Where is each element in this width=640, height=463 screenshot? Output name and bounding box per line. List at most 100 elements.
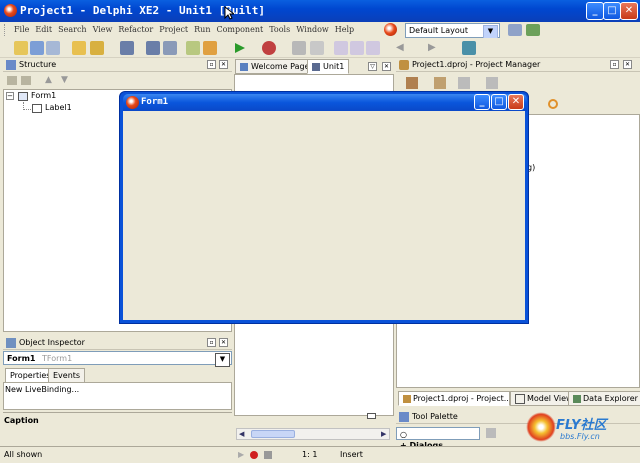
chevron-down-icon[interactable]: ▼ [215,353,230,367]
caption-label: Caption [4,416,39,425]
close-all-icon[interactable] [163,41,177,55]
form1-minimize-button[interactable]: _ [474,94,490,110]
horizontal-scrollbar[interactable]: ◀ ▶ [236,428,390,440]
up-arrow-icon[interactable]: ▲ [45,75,52,85]
tab-project-manager[interactable]: Project1.dproj - Project... [398,391,510,406]
menu-bar: File Edit Search View Refactor Project Run Comp… [0,22,640,39]
open-icon[interactable] [72,41,86,55]
activate-icon[interactable] [406,77,418,89]
form1-icon[interactable] [126,96,139,109]
menu-edit[interactable]: Edit [35,25,52,34]
livebinding-link[interactable]: New LiveBinding... [5,385,79,394]
back-arrow-icon[interactable]: ◀ [396,42,404,53]
oi-pin-icon[interactable]: ▫ [207,338,216,347]
object-inspector-header: Object Inspector ▫ ✕ [3,336,232,350]
help-globe-icon[interactable] [384,23,397,36]
structure-icon [6,60,16,70]
menu-component[interactable]: Component [216,25,263,34]
watermark-logo: FLY社区 bbs.Fly.cn [526,412,638,446]
form1-title: Form1 [141,97,169,107]
forward-arrow-icon[interactable]: ▶ [428,42,436,53]
logo-swirl-icon [526,412,556,442]
menu-project[interactable]: Project [159,25,188,34]
new-icon[interactable] [14,41,28,55]
run-icon[interactable] [234,42,246,57]
tab-close-icon[interactable]: ✕ [382,62,391,71]
tab-events[interactable]: Events [48,368,86,383]
tab-data-explorer[interactable]: Data Explorer [568,391,640,406]
pause-icon[interactable] [292,41,306,55]
menu-view[interactable]: View [93,25,113,34]
down-arrow-icon[interactable]: ▼ [61,75,68,85]
form1-maximize-button[interactable]: □ [491,94,507,110]
remove-file-icon[interactable] [203,41,217,55]
options-icon[interactable] [486,77,498,89]
form1-close-button[interactable]: ✕ [508,94,524,110]
save-all-icon[interactable] [146,41,160,55]
tab-list-icon[interactable]: ▽ [368,62,377,71]
menu-help[interactable]: Help [335,25,354,34]
palette-icon [399,412,409,422]
pin-icon[interactable]: ▫ [207,60,216,69]
menu-items: File Edit Search View Refactor Project Run Comp… [14,25,360,35]
layout-combo[interactable]: Default Layout ▼ [405,23,500,39]
menu-file[interactable]: File [14,25,29,34]
run-without-debug-icon[interactable] [262,41,276,55]
maximize-button[interactable]: □ [603,2,621,20]
oi-close-icon[interactable]: ✕ [219,338,228,347]
set-debug-desktop-icon[interactable] [526,24,540,36]
tree-item-form1[interactable]: Form1 [31,91,56,100]
menu-window[interactable]: Window [296,25,329,34]
save-icon[interactable] [120,41,134,55]
reopen-icon[interactable] [90,41,104,55]
delphi-app-icon[interactable] [4,4,17,17]
add-file-icon[interactable] [186,41,200,55]
menu-search[interactable]: Search [58,25,86,34]
open-project-icon[interactable] [46,41,60,55]
run-to-cursor-icon[interactable] [366,41,380,55]
pm-close-icon[interactable]: ✕ [623,60,632,69]
tab-unit1[interactable]: Unit1 [307,59,350,74]
scroll-left-icon[interactable]: ◀ [239,430,244,438]
macro-play-icon[interactable]: ▶ [238,450,244,459]
stop-icon[interactable] [310,41,324,55]
scroll-thumb[interactable] [251,430,295,438]
new-project-icon[interactable] [434,77,446,89]
expand-icon[interactable] [7,76,17,85]
palette-filter-icon[interactable] [486,428,496,438]
remove-icon[interactable] [458,77,470,89]
minimize-button[interactable]: _ [586,2,604,20]
palette-search-input[interactable]: ○ [396,427,480,440]
macro-record-icon[interactable] [250,451,258,459]
save-desktop-icon[interactable] [508,24,522,36]
sync-icon[interactable] [548,99,558,109]
chevron-down-icon[interactable]: ▼ [483,25,498,39]
cursor-position: 1: 1 [302,450,318,459]
menu-refactor[interactable]: Refactor [118,25,153,34]
form1-window[interactable]: Form1 _ □ ✕ [119,91,529,324]
trace-into-icon[interactable] [334,41,348,55]
form1-client-area[interactable] [123,111,525,320]
component-selector[interactable]: Form1 TForm1 ▼ [3,351,232,367]
collapse-icon[interactable] [21,76,31,85]
designer-restore-icon[interactable] [367,413,376,419]
close-button[interactable]: ✕ [620,2,638,20]
tree-item-label1[interactable]: Label1 [45,103,72,112]
scroll-right-icon[interactable]: ▶ [381,430,386,438]
bottom-tab-strip: Project1.dproj - Project... Model View D… [396,390,640,406]
help-index-icon[interactable] [462,41,476,55]
tree-expander-icon[interactable]: − [6,92,14,100]
macro-stop-icon[interactable] [264,451,272,459]
status-bar: All shown ▶ 1: 1 Insert [0,446,640,463]
menu-run[interactable]: Run [194,25,210,34]
unit-icon [312,62,320,71]
divider [3,412,232,413]
object-inspector-panel: Object Inspector ▫ ✕ Form1 TForm1 ▼ Prop… [3,336,232,446]
tab-welcome-page[interactable]: Welcome Page [235,59,315,74]
new-items-icon[interactable] [30,41,44,55]
project-manager-header: Project1.dproj - Project Manager ▫ ✕ [396,58,640,72]
step-over-icon[interactable] [350,41,364,55]
panel-close-icon[interactable]: ✕ [219,60,228,69]
menu-tools[interactable]: Tools [269,25,290,34]
pm-pin-icon[interactable]: ▫ [610,60,619,69]
